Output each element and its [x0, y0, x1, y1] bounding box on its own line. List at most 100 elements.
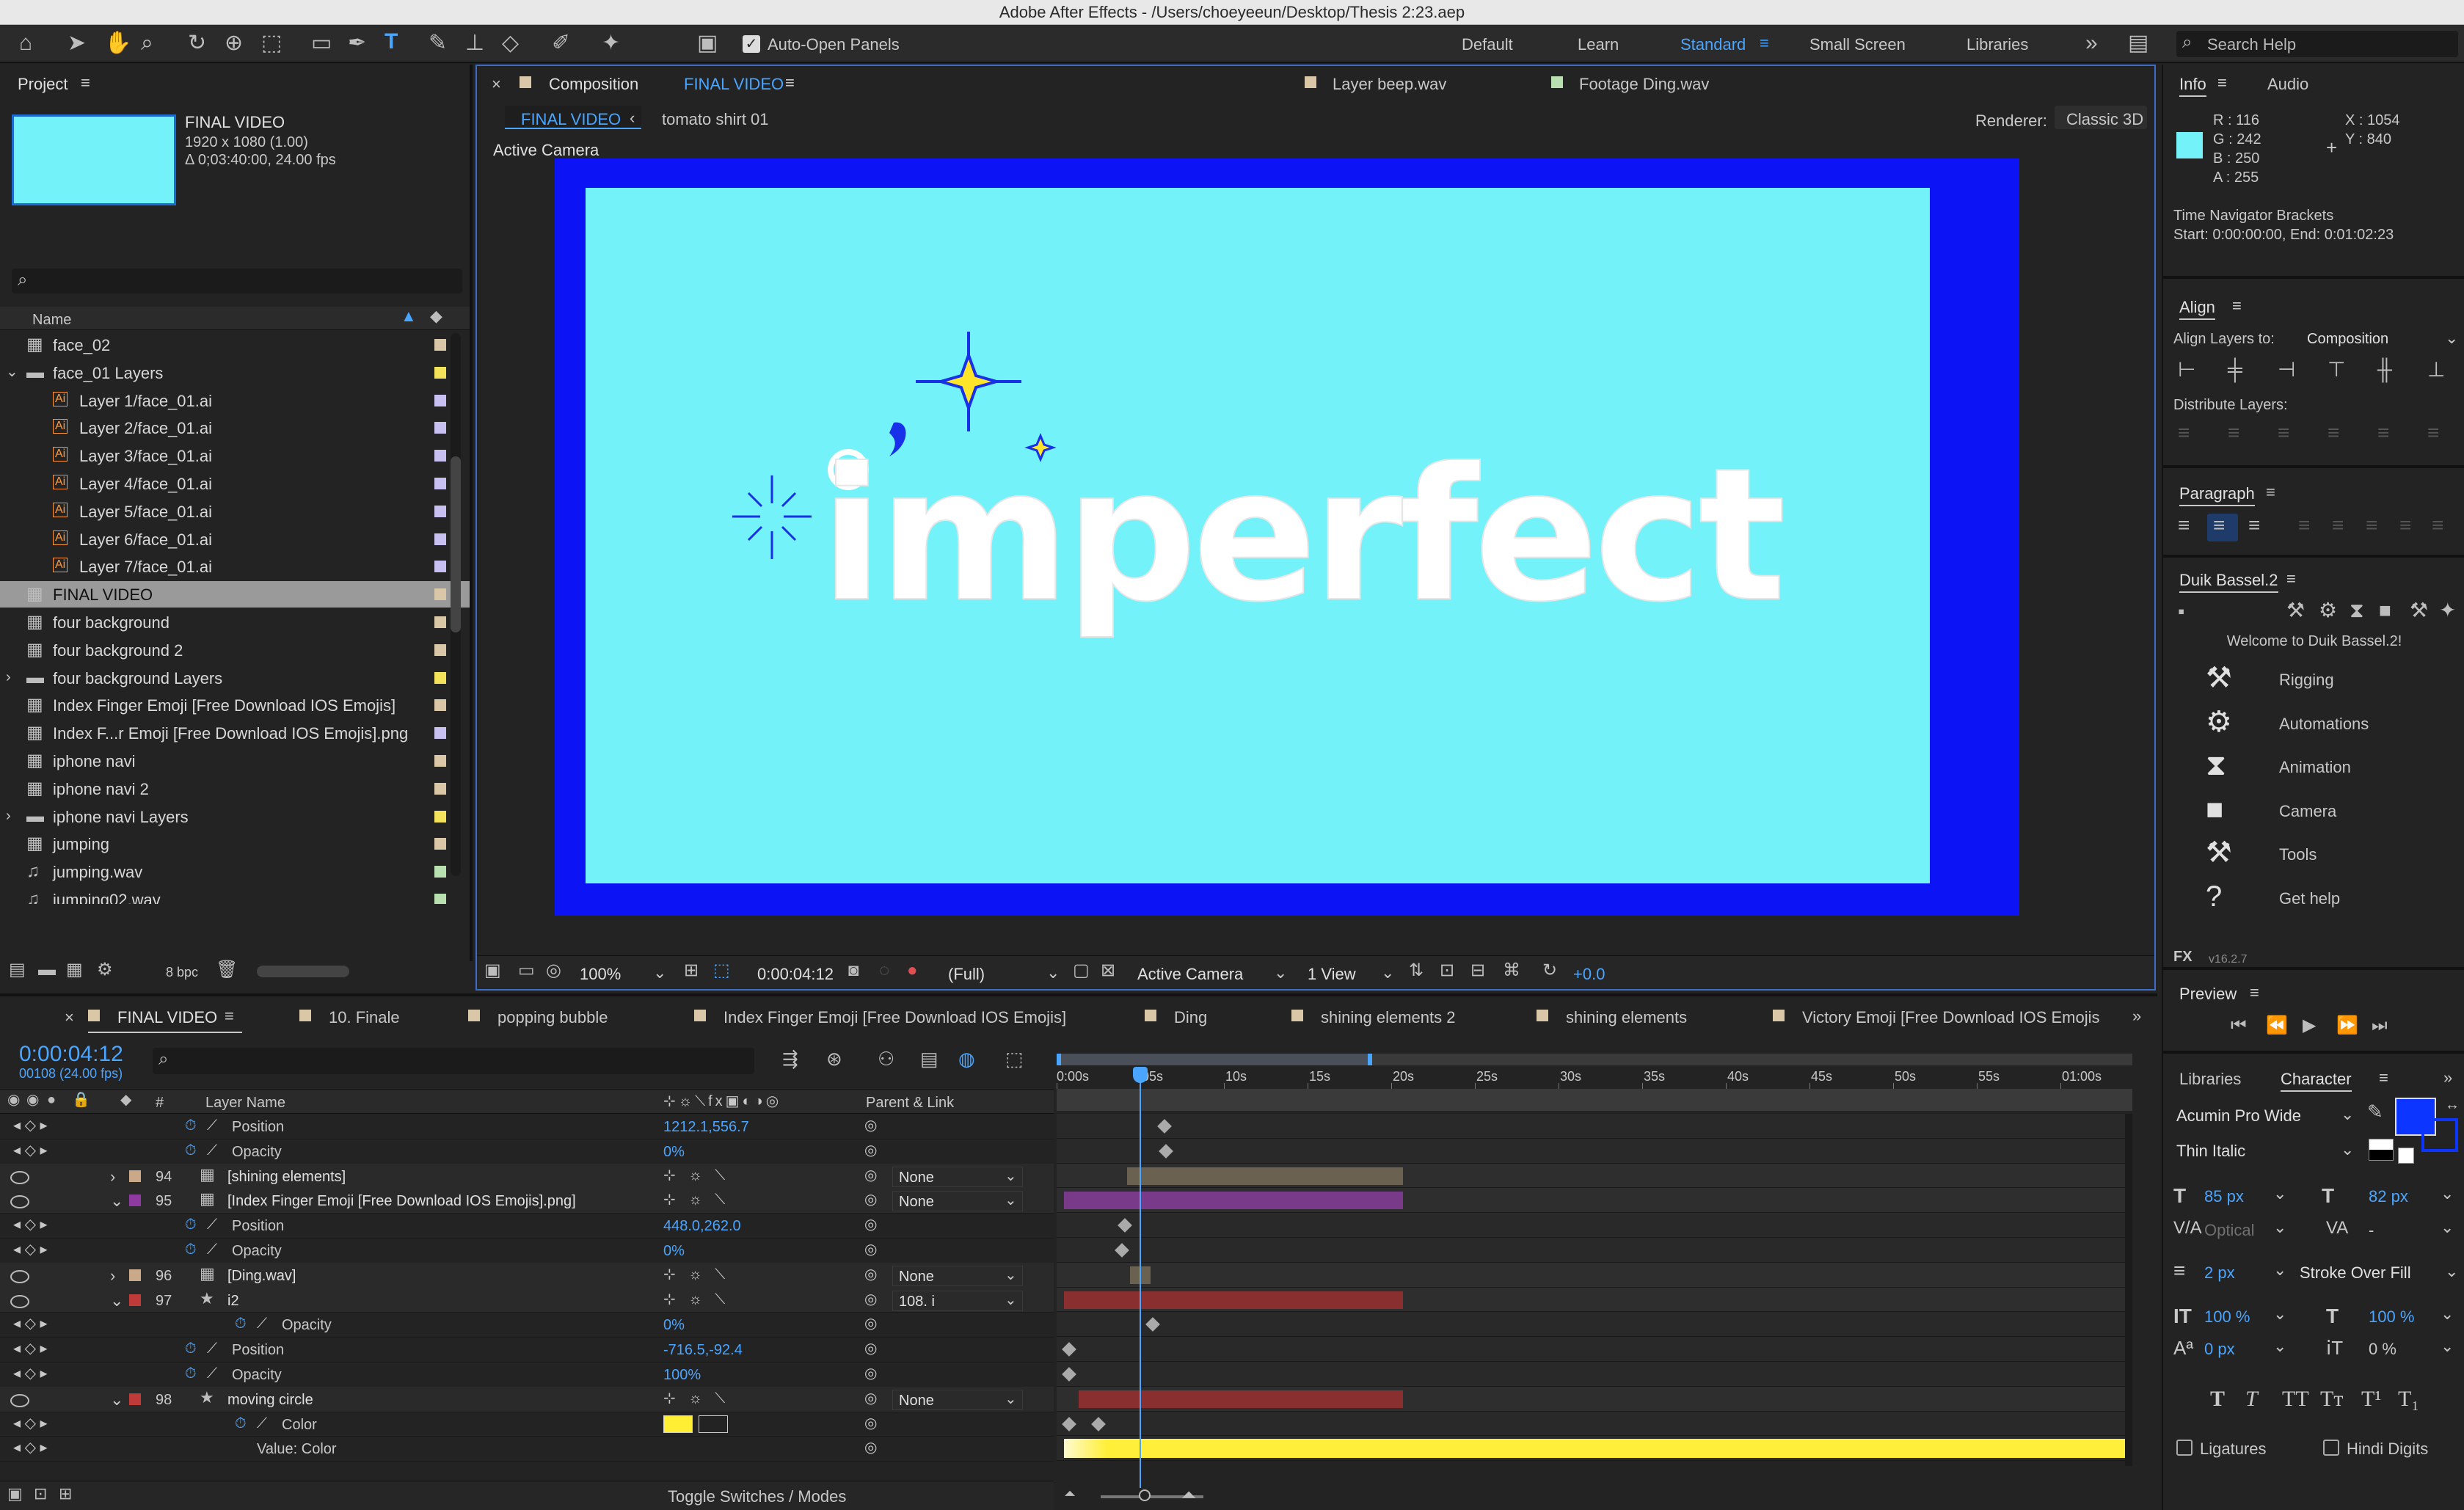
- rotate-tool-icon[interactable]: ↻: [188, 32, 206, 54]
- align-v-center-icon[interactable]: ╫: [2377, 360, 2392, 380]
- dist-h-center-icon[interactable]: ≡: [2377, 423, 2389, 443]
- tab-footage[interactable]: Footage Ding.wav: [1579, 76, 1709, 92]
- timeline-tab[interactable]: FINAL VIDEO: [117, 1010, 217, 1026]
- swap-colors-icon[interactable]: ↔: [2445, 1098, 2460, 1112]
- expand-layer-icon[interactable]: ›: [110, 1267, 115, 1284]
- track-row[interactable]: [1057, 1287, 2132, 1313]
- property-value[interactable]: 1212.1,556.7: [663, 1120, 749, 1134]
- timeline-tab[interactable]: Ding: [1174, 1010, 1207, 1026]
- duik-note-icon[interactable]: ▪: [2178, 602, 2184, 621]
- preview-menu-icon[interactable]: ≡: [2250, 985, 2259, 1001]
- project-item[interactable]: ▦ Index F...r Emoji [Free Download IOS Em…: [0, 720, 470, 746]
- chevron-down-icon[interactable]: ⌄: [2441, 1219, 2454, 1236]
- parent-dropdown[interactable]: None ⌄: [892, 1166, 1023, 1187]
- expression-pickwhip-icon[interactable]: ◎: [864, 1217, 877, 1232]
- project-menu-icon[interactable]: ≡: [81, 75, 90, 91]
- graph-icon[interactable]: ⟋: [207, 1242, 217, 1257]
- layer-switches[interactable]: ⊹ ☼ ⟍: [663, 1267, 729, 1282]
- last-frame-icon[interactable]: ⏭: [2372, 1017, 2388, 1035]
- project-item[interactable]: Ai Layer 4/face_01.ai: [0, 470, 470, 497]
- duik-rigging-icon[interactable]: ⚒: [2206, 663, 2232, 693]
- duik-title[interactable]: Duik Bassel.2: [2179, 572, 2278, 593]
- graph-icon[interactable]: ⟋: [257, 1316, 267, 1331]
- parent-dropdown[interactable]: None ⌄: [892, 1389, 1023, 1410]
- stopwatch-icon[interactable]: ⏱: [185, 1242, 197, 1257]
- superscript-icon[interactable]: T¹: [2361, 1388, 2381, 1410]
- layer-label-swatch[interactable]: [129, 1393, 141, 1405]
- project-item[interactable]: Ai Layer 5/face_01.ai: [0, 498, 470, 525]
- duik-camera-icon[interactable]: ■: [2379, 600, 2391, 621]
- expand-layer-icon[interactable]: ⌄: [110, 1193, 123, 1209]
- property-row[interactable]: ◂ ◇ ▸ Value: Color ◎: [0, 1436, 1054, 1462]
- align-top-icon[interactable]: ⊤: [2328, 360, 2345, 380]
- label-color-swatch[interactable]: [434, 727, 446, 740]
- pick-whip-icon[interactable]: ◎: [864, 1267, 877, 1282]
- label-color-swatch[interactable]: [434, 533, 446, 545]
- justify-last-right-icon[interactable]: ≡: [2366, 515, 2377, 536]
- chevron-down-icon[interactable]: ⌄: [2441, 1338, 2454, 1354]
- expand-layer-icon[interactable]: ⌄: [110, 1292, 123, 1309]
- layer-row[interactable]: › 96 ▦ [Ding.wav] ⊹ ☼ ⟍ None ⌄ ◎: [0, 1262, 1054, 1288]
- property-row[interactable]: ◂ ◇ ▸ ⏱ ⟋ Opacity 0% ◎: [0, 1139, 1054, 1164]
- frame-blending-icon[interactable]: ▤: [920, 1049, 938, 1068]
- justify-all-2-icon[interactable]: ≡: [2432, 515, 2443, 536]
- stopwatch-icon[interactable]: ⏱: [185, 1118, 197, 1133]
- track-row[interactable]: [1057, 1238, 2132, 1263]
- justify-last-center-icon[interactable]: ≡: [2332, 515, 2344, 536]
- stroke-color-swatch[interactable]: [2421, 1118, 2458, 1152]
- pan-behind-tool-icon[interactable]: ⬚: [261, 32, 282, 54]
- comp-flowchart-icon[interactable]: ⇶: [782, 1049, 798, 1068]
- visibility-eye-icon[interactable]: [10, 1195, 29, 1209]
- track-row[interactable]: [1057, 1362, 2132, 1387]
- graph-icon[interactable]: ⟋: [207, 1366, 217, 1381]
- project-item[interactable]: ▦ jumping: [0, 831, 470, 857]
- hand-tool-icon[interactable]: ✋: [104, 32, 131, 54]
- project-item[interactable]: ♫ jumping02.wav: [0, 886, 470, 904]
- expression-pickwhip-icon[interactable]: ◎: [864, 1416, 877, 1431]
- monitor-icon[interactable]: ▭: [518, 962, 535, 980]
- timeline-icon[interactable]: ⊟: [1470, 962, 1485, 980]
- more-tabs-icon[interactable]: »: [2132, 1008, 2141, 1024]
- project-item[interactable]: Ai Layer 1/face_01.ai: [0, 387, 470, 414]
- layer-label-swatch[interactable]: [129, 1269, 141, 1281]
- label-color-swatch[interactable]: [434, 810, 446, 823]
- brush-tool-icon[interactable]: ✎: [429, 32, 447, 54]
- timeline-scrollbar[interactable]: [2125, 1114, 2132, 1466]
- duik-tools-button[interactable]: Tools: [2279, 847, 2317, 863]
- property-value[interactable]: -716.5,-92.4: [663, 1343, 743, 1357]
- graph-icon[interactable]: ⟋: [207, 1118, 217, 1133]
- graph-editor-icon[interactable]: ⬚: [1005, 1049, 1024, 1068]
- project-item[interactable]: ▦ iphone navi: [0, 748, 470, 774]
- expand-panel-icon[interactable]: »: [2443, 1070, 2452, 1086]
- project-item[interactable]: ▦ iphone navi 2: [0, 776, 470, 802]
- leading-value[interactable]: 82 px: [2369, 1189, 2408, 1205]
- transparency-grid-icon[interactable]: ⊠: [1101, 962, 1115, 980]
- keyframe-nav-icon[interactable]: ◂ ◇ ▸: [13, 1316, 48, 1331]
- property-value[interactable]: 448.0,262.0: [663, 1219, 741, 1233]
- layer-name[interactable]: i2: [227, 1294, 239, 1308]
- label-color-swatch[interactable]: [434, 699, 446, 712]
- new-comp-icon[interactable]: ▦: [66, 961, 83, 979]
- camera-tool-icon[interactable]: ⊕: [225, 32, 243, 54]
- stopwatch-icon[interactable]: ⏱: [185, 1143, 197, 1158]
- camera-view-dropdown[interactable]: Active Camera ⌄: [1130, 960, 1290, 984]
- playhead[interactable]: [1140, 1067, 1141, 1488]
- workspace-libraries[interactable]: Libraries: [1967, 37, 2028, 53]
- motion-blur-icon[interactable]: ◍: [958, 1049, 975, 1068]
- expression-pickwhip-icon[interactable]: ◎: [864, 1316, 877, 1331]
- duik-settings-icon[interactable]: ✦: [2439, 600, 2456, 621]
- ligatures-checkbox[interactable]: [2176, 1440, 2193, 1456]
- workspace-learn[interactable]: Learn: [1578, 37, 1619, 53]
- layer-track-bar[interactable]: [1064, 1192, 1403, 1210]
- audio-icon[interactable]: ◉: [26, 1093, 39, 1107]
- auto-open-panels-checkbox[interactable]: ✓: [743, 35, 760, 53]
- timeline-timecode[interactable]: 0:00:04:12: [19, 1043, 123, 1065]
- visibility-eye-icon[interactable]: [10, 1393, 29, 1407]
- align-title[interactable]: Align: [2179, 299, 2215, 320]
- interpret-footage-icon[interactable]: ▤: [9, 961, 26, 979]
- project-item[interactable]: Ai Layer 2/face_01.ai: [0, 415, 470, 441]
- expand-toggle-icon[interactable]: ›: [6, 670, 11, 685]
- expand-layer-icon[interactable]: ⌄: [110, 1391, 123, 1408]
- expression-pickwhip-icon[interactable]: ◎: [864, 1143, 877, 1158]
- project-item[interactable]: Ai Layer 7/face_01.ai: [0, 553, 470, 580]
